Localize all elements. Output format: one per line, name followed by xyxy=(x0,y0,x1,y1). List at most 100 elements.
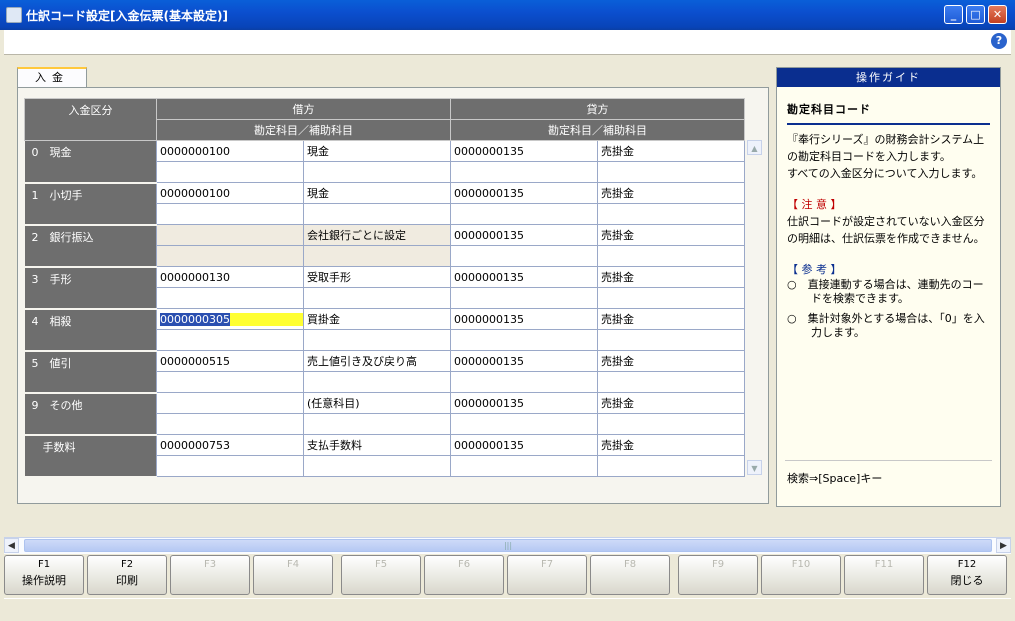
scroll-right-icon[interactable]: ▶ xyxy=(996,538,1011,553)
debit-sub-code-cell[interactable] xyxy=(156,161,304,183)
debit-sub-code-cell[interactable] xyxy=(156,455,304,477)
credit-code-cell[interactable]: 0000000135 xyxy=(450,224,598,246)
credit-code-cell[interactable]: 0000000135 xyxy=(450,392,598,414)
credit-sub-name-cell[interactable] xyxy=(597,455,745,477)
close-button[interactable]: ✕ xyxy=(988,5,1007,24)
credit-sub-code-cell[interactable] xyxy=(450,245,598,267)
credit-code-cell[interactable]: 0000000135 xyxy=(450,182,598,204)
debit-sub-name-cell[interactable] xyxy=(303,245,451,267)
credit-name-cell[interactable]: 売掛金 xyxy=(597,434,745,456)
debit-sub-code-cell[interactable] xyxy=(156,371,304,393)
debit-sub-code-cell[interactable] xyxy=(156,203,304,225)
debit-name-cell[interactable]: 会社銀行ごとに設定 xyxy=(303,224,451,246)
fkey-caption: 操作説明 xyxy=(22,574,66,587)
credit-sub-name-cell[interactable] xyxy=(597,161,745,183)
credit-sub-name-cell[interactable] xyxy=(597,371,745,393)
debit-code-cell[interactable]: 0000000100 xyxy=(156,140,304,162)
credit-sub-code-cell[interactable] xyxy=(450,329,598,351)
kbn-label: 1 小切手 xyxy=(24,182,157,226)
credit-name-cell[interactable]: 売掛金 xyxy=(597,140,745,162)
debit-code-cell[interactable]: 0000000130 xyxy=(156,266,304,288)
guide-ref-title: 【 参 考 】 xyxy=(787,263,842,276)
fkey-f2-button[interactable]: F2 印刷 xyxy=(87,555,167,595)
debit-name-cell[interactable]: 現金 xyxy=(303,140,451,162)
debit-code-cell[interactable]: 0000000515 xyxy=(156,350,304,372)
credit-name-cell[interactable]: 売掛金 xyxy=(597,350,745,372)
debit-sub-name-cell[interactable] xyxy=(303,287,451,309)
header-credit: 貸方 xyxy=(450,98,745,120)
debit-sub-code-cell[interactable] xyxy=(156,329,304,351)
credit-name-cell[interactable]: 売掛金 xyxy=(597,266,745,288)
debit-sub-name-cell[interactable] xyxy=(303,161,451,183)
debit-sub-code-cell[interactable] xyxy=(156,287,304,309)
fkey-f10-button: F10 xyxy=(761,555,841,595)
help-icon[interactable]: ? xyxy=(991,33,1007,49)
table-row: 5 値引 0000000515 売上値引き及び戻り高 0000000135 売掛金 xyxy=(24,350,745,394)
debit-name-cell[interactable]: 支払手数料 xyxy=(303,434,451,456)
credit-code-cell[interactable]: 0000000135 xyxy=(450,308,598,330)
debit-code-cell[interactable] xyxy=(156,392,304,414)
horizontal-scrollbar[interactable]: ◀ ||| ▶ xyxy=(4,537,1011,554)
table-row: 1 小切手 0000000100 現金 0000000135 売掛金 xyxy=(24,182,745,226)
guide-text-1: 『奉行シリーズ』の財務会計システム上の勘定科目コードを入力します。 xyxy=(787,133,985,163)
credit-sub-code-cell[interactable] xyxy=(450,203,598,225)
fkey-label: F10 xyxy=(791,559,811,570)
credit-sub-name-cell[interactable] xyxy=(597,329,745,351)
debit-name-cell[interactable]: (任意科目) xyxy=(303,392,451,414)
debit-sub-name-cell[interactable] xyxy=(303,413,451,435)
guide-note-text: 仕訳コードが設定されていない入金区分の明細は、仕訳伝票を作成できません。 xyxy=(787,215,985,245)
credit-sub-name-cell[interactable] xyxy=(597,203,745,225)
credit-sub-name-cell[interactable] xyxy=(597,245,745,267)
debit-code-cell[interactable] xyxy=(156,224,304,246)
debit-sub-code-cell[interactable] xyxy=(156,245,304,267)
title-bar: 仕訳コード設定[入金伝票(基本設定)] _ □ ✕ xyxy=(0,0,1015,30)
credit-sub-code-cell[interactable] xyxy=(450,413,598,435)
debit-name-cell[interactable]: 買掛金 xyxy=(303,308,451,330)
credit-name-cell[interactable]: 売掛金 xyxy=(597,224,745,246)
scroll-up-icon[interactable]: ▲ xyxy=(747,140,762,155)
credit-code-cell[interactable]: 0000000135 xyxy=(450,140,598,162)
credit-sub-code-cell[interactable] xyxy=(450,287,598,309)
scroll-thumb[interactable]: ||| xyxy=(24,539,992,552)
debit-code-cell[interactable]: 0000000100 xyxy=(156,182,304,204)
table-row: 2 銀行振込 会社銀行ごとに設定 0000000135 売掛金 xyxy=(24,224,745,268)
credit-sub-code-cell[interactable] xyxy=(450,371,598,393)
minimize-button[interactable]: _ xyxy=(944,5,963,24)
debit-sub-name-cell[interactable] xyxy=(303,371,451,393)
credit-code-cell[interactable]: 0000000135 xyxy=(450,434,598,456)
credit-sub-code-cell[interactable] xyxy=(450,455,598,477)
debit-code-cell[interactable]: 0000000753 xyxy=(156,434,304,456)
scroll-left-icon[interactable]: ◀ xyxy=(4,538,19,553)
tab-nyukin[interactable]: 入金 xyxy=(17,67,87,88)
credit-name-cell[interactable]: 売掛金 xyxy=(597,182,745,204)
vertical-scrollbar[interactable]: ▲ ▼ xyxy=(746,140,763,476)
fkey-f6-button: F6 xyxy=(424,555,504,595)
fkey-f5-button: F5 xyxy=(341,555,421,595)
fkey-label: F5 xyxy=(374,559,388,570)
credit-sub-code-cell[interactable] xyxy=(450,161,598,183)
fkey-label: F11 xyxy=(874,559,894,570)
debit-sub-name-cell[interactable] xyxy=(303,455,451,477)
fkey-f1-button[interactable]: F1 操作説明 xyxy=(4,555,84,595)
guide-separator xyxy=(785,460,992,461)
credit-sub-name-cell[interactable] xyxy=(597,287,745,309)
debit-sub-name-cell[interactable] xyxy=(303,329,451,351)
guide-ref-item-2: ○ 集計対象外とする場合は、「0」を入力します。 xyxy=(787,312,985,339)
credit-name-cell[interactable]: 売掛金 xyxy=(597,392,745,414)
function-key-bar: F1 操作説明 F2 印刷 F3 F4 F5 F6 F7 F8 F9 F10 F11 F12 閉じる xyxy=(4,555,1011,596)
journal-code-grid: 入金区分 借方 貸方 勘定科目／補助科目 勘定科目／補助科目 0 現金 0000000100… xyxy=(24,98,745,478)
maximize-button[interactable]: □ xyxy=(966,5,985,24)
debit-code-cell[interactable]: 0000000305 xyxy=(156,308,304,330)
debit-sub-code-cell[interactable] xyxy=(156,413,304,435)
debit-name-cell[interactable]: 現金 xyxy=(303,182,451,204)
debit-name-cell[interactable]: 受取手形 xyxy=(303,266,451,288)
debit-sub-name-cell[interactable] xyxy=(303,203,451,225)
fkey-caption: 閉じる xyxy=(950,574,984,587)
debit-name-cell[interactable]: 売上値引き及び戻り高 xyxy=(303,350,451,372)
credit-code-cell[interactable]: 0000000135 xyxy=(450,266,598,288)
fkey-f12-button[interactable]: F12 閉じる xyxy=(927,555,1007,595)
credit-sub-name-cell[interactable] xyxy=(597,413,745,435)
credit-name-cell[interactable]: 売掛金 xyxy=(597,308,745,330)
credit-code-cell[interactable]: 0000000135 xyxy=(450,350,598,372)
scroll-down-icon[interactable]: ▼ xyxy=(747,460,762,475)
